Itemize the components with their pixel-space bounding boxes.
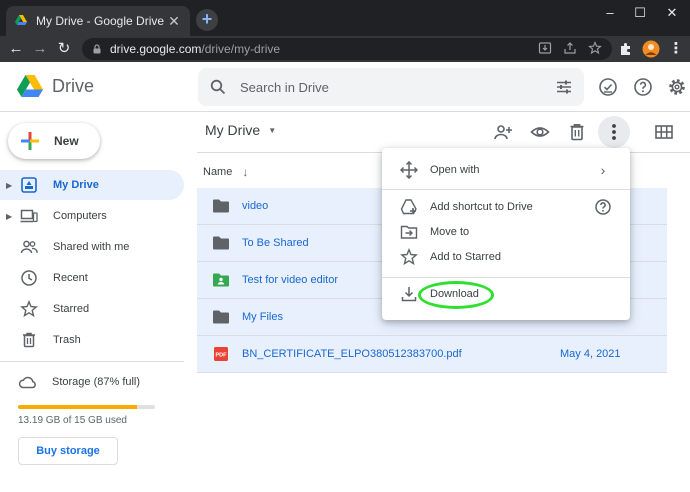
shared-icon [20,240,38,254]
folder-icon [213,236,229,250]
sidebar-item-storage[interactable]: Storage (87% full) [18,374,140,390]
buy-storage-button[interactable]: Buy storage [18,437,118,465]
profile-avatar[interactable] [642,40,660,58]
forward-button[interactable]: → [30,39,50,59]
trash-icon [23,332,35,348]
file-name: My Files [242,311,283,323]
search-bar[interactable]: Search in Drive [198,68,584,106]
file-name: video [242,200,269,212]
storage-progress-fill [18,405,138,409]
download-icon [401,287,417,302]
minimize-button[interactable]: – [600,4,620,22]
close-window-button[interactable]: ✕ [662,4,682,22]
column-header-name[interactable]: Name ↓ [203,165,248,179]
sidebar-divider [0,361,184,362]
menu-item-open-with[interactable]: Open with › [382,158,630,182]
storage-progress-bar [18,405,155,409]
menu-item-add-to-starred[interactable]: Add to Starred [382,245,630,269]
expand-caret-icon[interactable]: ▶ [6,181,16,190]
share-person-add-icon[interactable] [493,122,513,142]
reload-button[interactable]: ↻ [54,39,74,59]
maximize-button[interactable]: ☐ [630,4,650,22]
sidebar-item-trash[interactable]: Trash [0,325,184,355]
breadcrumb[interactable]: My Drive ▼ [205,122,276,138]
folder-icon [213,310,229,324]
menu-divider [382,189,630,190]
url-host: drive.google.com [110,42,202,56]
new-button-label: New [54,134,79,148]
new-tab-button[interactable]: + [196,9,218,31]
svg-text:PDF: PDF [216,353,228,359]
sidebar-item-computers[interactable]: ▶ Computers [0,201,184,231]
more-actions-button[interactable] [598,116,630,148]
file-name: To Be Shared [242,237,309,249]
bookmark-star-icon[interactable] [588,41,602,55]
settings-gear-icon[interactable] [667,77,687,97]
drive-favicon-icon [15,15,27,25]
lock-icon [93,44,101,54]
search-input[interactable]: Search in Drive [240,80,556,95]
file-date: May 4, 2021 [560,348,621,360]
pdf-icon: PDF [214,347,228,361]
back-button[interactable]: ← [6,39,26,59]
browser-menu-button[interactable]: ⋮ [666,39,686,59]
help-icon[interactable] [633,77,653,97]
preview-eye-icon[interactable] [530,122,550,142]
search-icon[interactable] [210,79,226,95]
cloud-icon [18,376,36,389]
browser-tab[interactable]: My Drive - Google Drive ✕ [6,6,190,36]
page-title[interactable]: My Drive [205,122,260,138]
my-drive-icon [21,177,37,193]
more-vert-icon [612,124,616,140]
remove-trash-icon[interactable] [567,122,587,142]
add-shortcut-icon [400,199,417,215]
chevron-down-icon[interactable]: ▼ [268,126,276,135]
plus-icon [21,132,39,150]
sort-arrow-icon[interactable]: ↓ [242,165,248,179]
search-options-icon[interactable] [556,79,572,95]
new-button[interactable]: New [8,123,100,159]
storage-label: Storage (87% full) [52,376,141,388]
file-name: Test for video editor [242,274,338,286]
address-bar[interactable]: drive.google.com /drive/my-drive [82,38,612,60]
grid-view-icon[interactable] [654,122,674,142]
sidebar-item-starred[interactable]: Starred [0,294,184,324]
menu-divider [382,277,630,278]
install-app-icon[interactable] [538,41,552,55]
tab-close-icon[interactable]: ✕ [166,13,182,30]
help-icon[interactable] [594,198,612,216]
drive-logo-icon[interactable] [16,74,44,100]
sidebar-item-recent[interactable]: Recent [0,263,184,293]
share-icon[interactable] [563,41,577,55]
browser-tabstrip: My Drive - Google Drive ✕ + – ☐ ✕ [0,0,690,36]
clock-icon [21,270,37,286]
star-icon [20,300,38,318]
sidebar-item-shared-with-me[interactable]: Shared with me [0,232,184,262]
menu-item-move-to[interactable]: Move to [382,220,630,244]
open-with-move-icon [400,161,418,179]
tab-title: My Drive - Google Drive [36,14,165,28]
file-name: BN_CERTIFICATE_ELPO380512383700.pdf [242,348,462,360]
download-highlight-ring [418,281,494,309]
computers-icon [20,209,38,223]
move-to-folder-icon [400,225,418,239]
folder-icon [213,199,229,213]
submenu-chevron-icon: › [600,162,606,178]
sidebar-item-my-drive[interactable]: ▶ My Drive [0,170,184,200]
menu-item-add-shortcut[interactable]: Add shortcut to Drive [382,195,630,219]
offline-ready-icon[interactable] [598,77,618,97]
storage-used-text: 13.19 GB of 15 GB used [18,415,127,426]
star-icon [400,248,418,266]
drive-header: Drive Search in Drive [0,62,690,112]
table-row[interactable]: PDF BN_CERTIFICATE_ELPO380512383700.pdf … [197,336,667,373]
extensions-puzzle-icon[interactable] [617,40,635,58]
shared-folder-icon [213,273,229,287]
app-name[interactable]: Drive [52,76,94,97]
url-path: /drive/my-drive [201,42,281,56]
browser-toolbar: ← → ↻ drive.google.com /drive/my-drive ⋮ [0,36,690,62]
expand-caret-icon[interactable]: ▶ [6,212,16,221]
